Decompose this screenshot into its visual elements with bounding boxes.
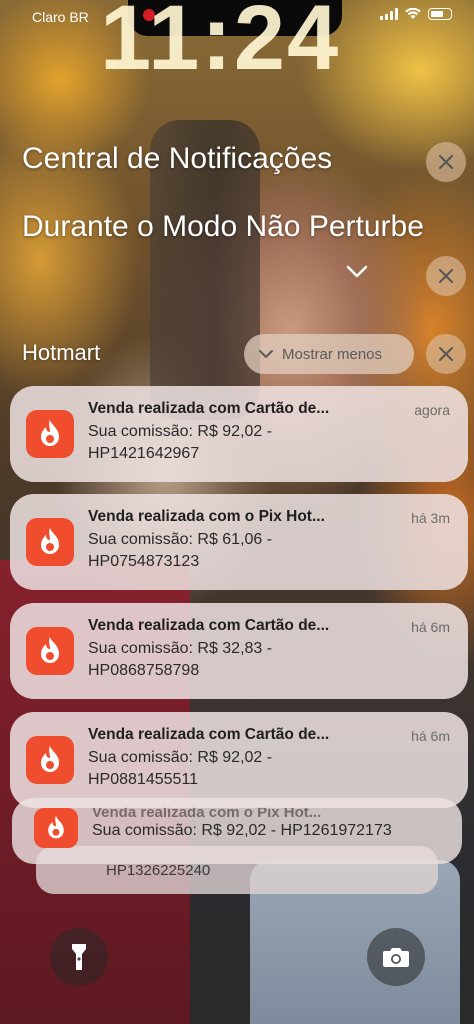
notification-time: há 6m xyxy=(411,728,450,744)
hotmart-flame-icon xyxy=(26,736,74,784)
notification-card[interactable]: Venda realizada com o Pix Hot... há 3m S… xyxy=(10,494,468,590)
close-icon xyxy=(439,269,453,283)
close-icon xyxy=(439,155,453,169)
cellular-signal-icon xyxy=(380,8,398,20)
notification-card[interactable]: Venda realizada com Cartão de... há 6m S… xyxy=(10,603,468,699)
hotmart-flame-icon xyxy=(26,518,74,566)
notification-body: Sua comissão: R$ 32,83 - HP0868758798 xyxy=(88,640,273,679)
notification-center-title: Central de Notificações xyxy=(22,142,333,175)
notification-body: Sua comissão: R$ 92,02 - HP0881455511 xyxy=(88,749,273,788)
notification-body: Sua comissão: R$ 92,02 - HP1421642967 xyxy=(88,423,273,462)
notification-body: Sua comissão: R$ 61,06 - HP0754873123 xyxy=(88,531,273,570)
notification-time: há 6m xyxy=(411,619,450,635)
notification-time: agora xyxy=(414,402,450,418)
notification-card[interactable]: Venda realizada com Cartão de... agora S… xyxy=(10,386,468,482)
dnd-section-title: Durante o Modo Não Perturbe xyxy=(22,210,424,243)
camera-icon xyxy=(383,948,409,967)
hotmart-flame-icon xyxy=(34,808,78,848)
notification-title: Venda realizada com o Pix Hot... xyxy=(88,508,325,525)
chevron-down-icon[interactable] xyxy=(345,262,369,282)
lock-screen-clock: 11:24 xyxy=(100,0,341,89)
app-group-title: Hotmart xyxy=(22,340,101,365)
show-less-button[interactable]: Mostrar menos xyxy=(244,334,414,374)
clear-group-button[interactable] xyxy=(426,334,466,374)
notification-card[interactable]: Venda realizada com Cartão de... há 6m S… xyxy=(10,712,468,808)
camera-button[interactable] xyxy=(367,928,425,986)
flashlight-button[interactable] xyxy=(50,928,108,986)
clear-dnd-button[interactable] xyxy=(426,256,466,296)
stacked-notification-body: Sua comissão: R$ 92,02 - HP1261972173 xyxy=(92,822,392,839)
clear-all-button[interactable] xyxy=(426,142,466,182)
status-icons xyxy=(380,8,452,20)
close-icon xyxy=(439,347,453,361)
hotmart-flame-icon xyxy=(26,627,74,675)
carrier-name: Claro BR xyxy=(32,9,89,25)
hotmart-flame-icon xyxy=(26,410,74,458)
show-less-label: Mostrar menos xyxy=(282,345,383,363)
notification-title: Venda realizada com Cartão de... xyxy=(88,726,330,743)
battery-icon xyxy=(428,8,452,20)
notification-title: Venda realizada com Cartão de... xyxy=(88,617,330,634)
stacked-notification-body: HP1326225240 xyxy=(106,862,211,879)
wifi-icon xyxy=(405,8,421,19)
flashlight-icon xyxy=(72,944,86,970)
notification-title: Venda realizada com Cartão de... xyxy=(88,400,330,417)
chevron-down-icon xyxy=(259,350,273,358)
notification-time: há 3m xyxy=(411,510,450,526)
